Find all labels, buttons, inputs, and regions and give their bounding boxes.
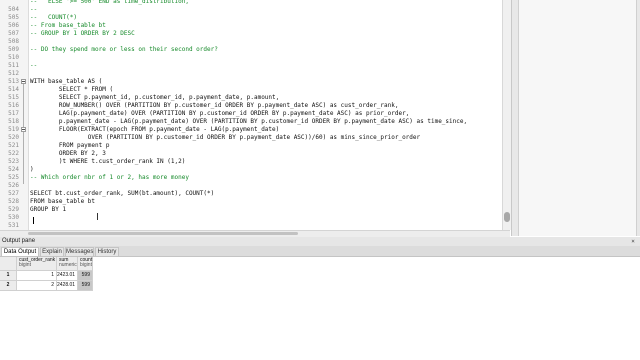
line-number: 510 [8, 54, 19, 61]
line-number: 513 [8, 78, 19, 85]
line-number: 525 [8, 174, 19, 181]
line-number: 504 [8, 6, 19, 13]
line-number: 512 [8, 70, 19, 77]
text-caret [33, 217, 34, 224]
sql-editor[interactable]: -- ELSE '>= 500' END as time_distributio… [0, 0, 502, 230]
line-number: 516 [8, 102, 19, 109]
code-line[interactable]: -- [30, 6, 37, 14]
mouse-ibeam-cursor [97, 213, 98, 220]
code-line[interactable]: )t WHERE t.cust_order_rank IN (1,2) [30, 158, 185, 166]
column-type: numeric [59, 262, 77, 268]
line-number: 523 [8, 158, 19, 165]
line-number: 530 [8, 214, 19, 221]
code-line[interactable]: ORDER BY 2, 3 [30, 150, 106, 158]
code-line[interactable]: LAG(p.payment_date) OVER (PARTITION BY p… [30, 110, 409, 118]
line-number: 520 [8, 134, 19, 141]
code-line[interactable]: -- DO they spend more or less on their s… [30, 46, 218, 54]
code-line[interactable]: -- ELSE '>= 500' END as time_distributio… [30, 0, 189, 6]
editor-vertical-scrollbar[interactable] [502, 0, 511, 230]
table-cell[interactable]: 1 [17, 271, 57, 281]
line-number: 518 [8, 118, 19, 125]
line-number: 511 [8, 62, 19, 69]
code-line[interactable]: -- GROUP BY 1 ORDER BY 2 DESC [30, 30, 135, 38]
code-line[interactable]: FROM base_table bt [30, 198, 95, 206]
code-line[interactable]: GROUP BY 1 [30, 206, 66, 214]
grid-corner [0, 257, 17, 271]
output-pane: Output pane × Data Output Explain Messag… [0, 237, 640, 360]
line-number: 529 [8, 206, 19, 213]
code-line[interactable]: -- From base_table bt [30, 22, 106, 30]
line-number: 526 [8, 182, 19, 189]
code-line[interactable]: SELECT p.payment_id, p.customer_id, p.pa… [30, 94, 279, 102]
code-line[interactable]: WITH base_table AS ( [30, 78, 102, 86]
code-line[interactable]: -- [30, 62, 37, 70]
code-line[interactable]: ROW_NUMBER() OVER (PARTITION BY p.custom… [30, 102, 399, 110]
line-number: 509 [8, 46, 19, 53]
code-line[interactable]: -- COUNT(*) [30, 14, 77, 22]
code-line[interactable]: p.payment_date - LAG(p.payment_date) OVE… [30, 118, 467, 126]
code-line[interactable]: OVER (PARTITION BY p.customer_id ORDER B… [30, 134, 420, 142]
line-number: 505 [8, 14, 19, 21]
table-cell[interactable]: 599 [78, 281, 93, 291]
line-number: 524 [8, 166, 19, 173]
horizontal-scroll-thumb[interactable] [28, 232, 298, 235]
line-number: 508 [8, 38, 19, 45]
table-cell[interactable]: 2423.01 [57, 271, 78, 281]
table-cell[interactable]: 2 [17, 281, 57, 291]
row-number[interactable]: 1 [0, 271, 17, 281]
line-number: 528 [8, 198, 19, 205]
line-number: 515 [8, 94, 19, 101]
tab-data-output[interactable]: Data Output [1, 247, 39, 256]
code-line[interactable]: ) [30, 166, 34, 174]
scratch-pad-area[interactable] [518, 0, 637, 236]
line-number: 514 [8, 86, 19, 93]
code-line[interactable]: FROM payment p [30, 142, 110, 150]
fold-guide [23, 132, 24, 152]
close-icon[interactable]: × [629, 237, 637, 246]
table-cell[interactable]: 2428.01 [57, 281, 78, 291]
editor-horizontal-scrollbar[interactable] [0, 230, 510, 237]
code-line[interactable]: FLOOR(EXTRACT(epoch FROM p.payment_date … [30, 126, 279, 134]
line-number: 517 [8, 110, 19, 117]
code-line[interactable]: SELECT bt.cust_order_rank, SUM(bt.amount… [30, 190, 214, 198]
line-number: 506 [8, 22, 19, 29]
line-number: 531 [8, 222, 19, 229]
column-type: bigint [80, 262, 92, 268]
scratch-pad-pane[interactable] [511, 0, 640, 236]
vertical-scroll-thumb[interactable] [504, 212, 510, 222]
table-cell[interactable]: 599 [78, 271, 93, 281]
column-header-cust-order-rank[interactable]: cust_order_rank bigint [17, 257, 57, 271]
line-number: 522 [8, 150, 19, 157]
column-header-count[interactable]: count bigint [78, 257, 93, 271]
column-type: bigint [19, 262, 31, 268]
line-number: 521 [8, 142, 19, 149]
code-line[interactable]: -- Which order nbr of 1 or 2, has more m… [30, 174, 189, 182]
tab-history[interactable]: History [95, 247, 119, 256]
output-tabs: Data Output Explain Messages History [0, 246, 640, 257]
column-header-sum[interactable]: sum numeric [57, 257, 78, 271]
line-number: 519 [8, 126, 19, 133]
tab-messages[interactable]: Messages [65, 247, 94, 256]
tab-explain[interactable]: Explain [40, 247, 64, 256]
row-number[interactable]: 2 [0, 281, 17, 291]
line-number: 507 [8, 30, 19, 37]
output-pane-title: Output pane [0, 237, 640, 246]
line-number: 527 [8, 190, 19, 197]
code-line[interactable]: SELECT * FROM ( [30, 86, 113, 94]
